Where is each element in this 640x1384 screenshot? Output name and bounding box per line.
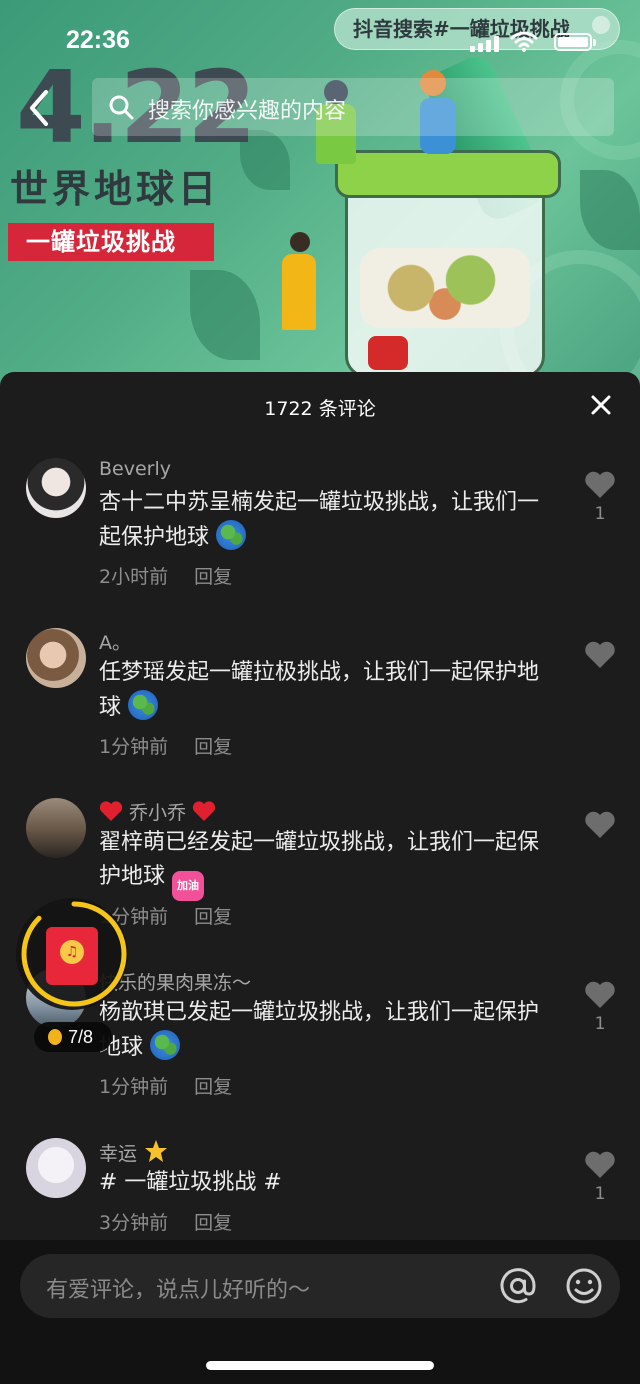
comment-text: 任梦瑶发起一罐拉极挑战，让我们一起保护地球	[99, 656, 559, 725]
close-icon[interactable]	[592, 16, 610, 34]
comment-input-placeholder: 有爱评论，说点儿好听的～	[46, 1278, 311, 1303]
reply-button[interactable]: 回复	[194, 736, 232, 758]
like-count: 1	[594, 504, 606, 524]
emoji-icon[interactable]	[564, 1266, 604, 1306]
leaf-decoration	[580, 170, 640, 250]
earth-day-title: 世界地球日	[10, 166, 221, 211]
red-heart-icon	[193, 801, 216, 821]
signal-icon	[470, 36, 500, 52]
comment-time: 2小时前	[99, 566, 169, 588]
search-input[interactable]: 搜索你感兴趣的内容	[92, 78, 614, 136]
avatar[interactable]	[26, 1138, 86, 1198]
coin-icon	[48, 1029, 62, 1045]
like-count: 1	[594, 1184, 606, 1204]
comment-text-content: 任梦瑶发起一罐拉极挑战，让我们一起保护地球	[99, 660, 540, 720]
search-icon	[109, 95, 134, 120]
comment-username[interactable]: A。	[99, 628, 131, 655]
comment-text: # 一罐垃圾挑战 #	[99, 1170, 282, 1195]
at-mention-icon[interactable]	[498, 1266, 538, 1306]
reply-button[interactable]: 回复	[194, 1076, 232, 1098]
avatar[interactable]	[26, 628, 86, 688]
trash-illustration	[360, 248, 530, 328]
heart-icon[interactable]	[584, 980, 616, 1010]
comment-meta: 1分钟前 回复	[99, 1072, 232, 1099]
home-indicator[interactable]	[206, 1361, 434, 1370]
leaf-decoration	[190, 270, 260, 360]
heart-icon[interactable]	[584, 810, 616, 840]
comment-text: 翟梓萌已经发起一罐垃圾挑战，让我们一起保护地球 加油	[99, 826, 559, 901]
person-illustration	[282, 232, 316, 330]
comment-text: 杨歆琪已发起一罐垃圾挑战，让我们一起保护地球	[99, 996, 559, 1065]
comment-sheet: 1722 条评论 Beverly 杏十二中苏呈楠发起一罐垃圾挑战，让我们一起保护…	[0, 372, 640, 1384]
red-cap-illustration	[368, 336, 408, 370]
avatar[interactable]	[26, 458, 86, 518]
globe-emoji-icon	[150, 1030, 181, 1060]
reply-button[interactable]: 回复	[194, 1212, 232, 1234]
comment-meta: 3分钟前 回复	[99, 1208, 232, 1235]
status-time: 22:36	[66, 26, 130, 54]
comment-text-content: 杏十二中苏呈楠发起一罐垃圾挑战，让我们一起保护地球	[99, 490, 540, 550]
close-icon[interactable]	[588, 392, 614, 418]
heart-icon[interactable]	[584, 640, 616, 670]
comment-meta: 2小时前 回复	[99, 562, 232, 589]
reply-button[interactable]: 回复	[194, 566, 232, 588]
avatar[interactable]	[26, 798, 86, 858]
comment-text: 杏十二中苏呈楠发起一罐垃圾挑战，让我们一起保护地球	[99, 486, 559, 555]
comment-text-content: 翟梓萌已经发起一罐垃圾挑战，让我们一起保护地球	[99, 830, 540, 889]
globe-emoji-icon	[216, 520, 247, 550]
comment-username[interactable]: 幸运	[99, 1138, 169, 1166]
star-emoji-icon	[145, 1140, 168, 1162]
heart-icon[interactable]	[584, 1150, 616, 1180]
comment-meta: 1分钟前 回复	[99, 732, 232, 759]
video-background[interactable]: 4.22 世界地球日 一罐垃圾挑战	[0, 0, 640, 390]
comment-username-text: 幸运	[99, 1143, 138, 1165]
like-count: 1	[594, 1014, 606, 1034]
comment-time: 1分钟前	[99, 736, 169, 758]
comment-time: 3分钟前	[99, 1212, 169, 1234]
battery-icon	[554, 33, 596, 51]
comment-username-text: 乔小乔	[129, 802, 187, 824]
challenge-tag: 一罐垃圾挑战	[8, 223, 214, 261]
reply-button[interactable]: 回复	[194, 906, 232, 928]
comment-count-title: 1722 条评论	[264, 398, 376, 420]
search-placeholder: 搜索你感兴趣的内容	[148, 99, 347, 124]
music-note-icon: ♫	[60, 940, 84, 964]
heart-icon[interactable]	[584, 470, 616, 500]
wifi-icon	[510, 31, 538, 52]
comment-username[interactable]: 乔小乔	[99, 798, 216, 825]
red-packet-progress-text: 7/8	[68, 1027, 94, 1047]
globe-emoji-icon	[128, 690, 159, 720]
comment-time: 1分钟前	[99, 1076, 169, 1098]
back-arrow-icon[interactable]	[22, 88, 58, 128]
red-packet-progress: 7/8	[34, 1022, 112, 1052]
comment-username[interactable]: Beverly	[99, 458, 171, 480]
jiayou-emoji-icon: 加油	[172, 871, 205, 901]
red-heart-icon	[99, 801, 123, 821]
